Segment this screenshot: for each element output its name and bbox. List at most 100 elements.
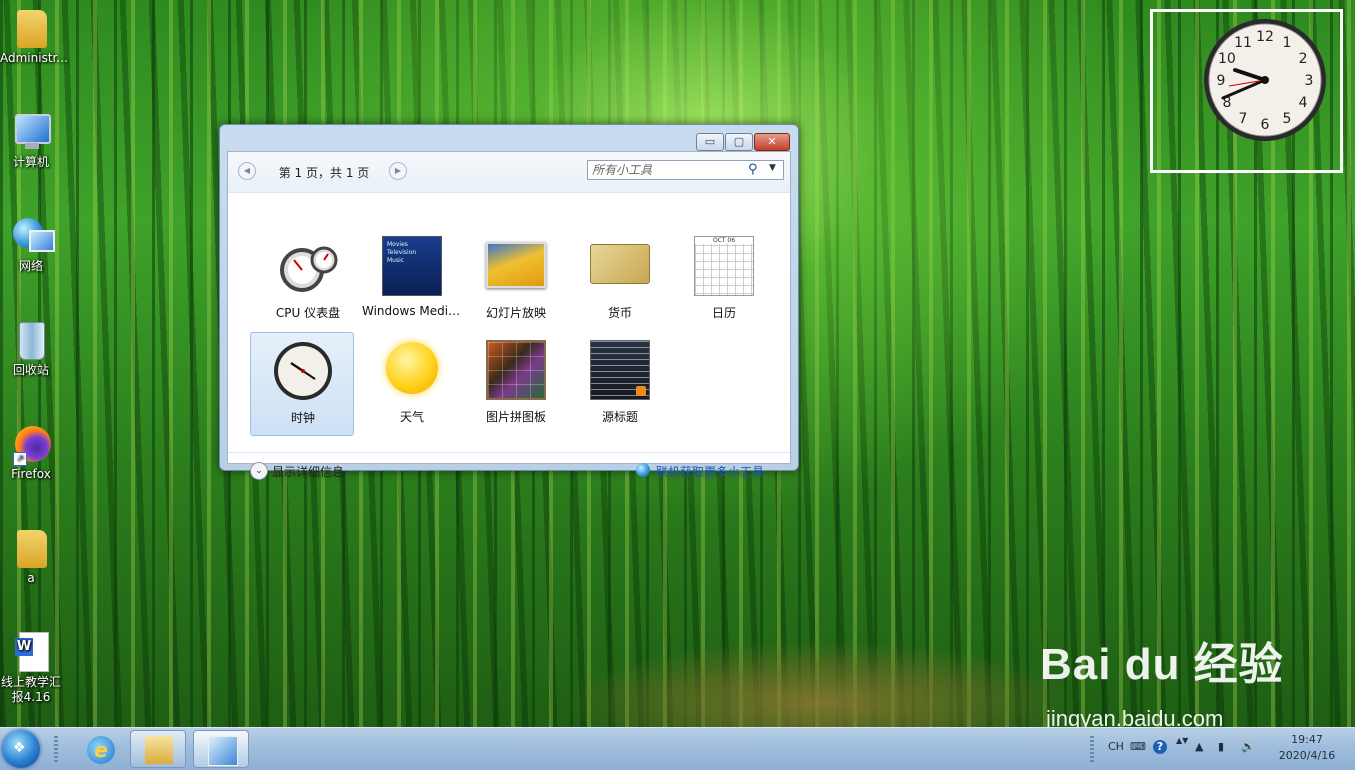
clock-numeral: 5 (1283, 111, 1292, 127)
show-details-label[interactable]: 显示详细信息 (272, 463, 344, 480)
gadget-calendar[interactable]: OCT 06 日历 (674, 230, 774, 330)
desktop-icon-word-report[interactable]: W 线上教学汇报4.16 (0, 632, 62, 705)
taskbar-time: 19:47 (1291, 733, 1323, 746)
clock-numeral: 3 (1305, 73, 1314, 89)
desktop-icon-computer[interactable]: 计算机 (0, 112, 62, 170)
gadget-label: 货币 (607, 306, 632, 320)
gadget-currency[interactable]: 货币 (570, 230, 670, 330)
desktop-icon-network[interactable]: 网络 (0, 216, 62, 274)
keyboard-icon[interactable]: ⌨ (1130, 740, 1146, 753)
ime-arrows-icon[interactable]: ▲▼ (1176, 736, 1188, 745)
minimize-button[interactable]: ▭ (696, 133, 724, 151)
calendar-month: OCT 06 (695, 237, 753, 244)
clock-numeral: 1 (1283, 35, 1292, 51)
gadget-label: 图片拼图板 (485, 410, 546, 424)
gadget-gallery-window[interactable]: ▭ ▢ ✕ ◀ 第 1 页，共 1 页 ▶ ⚲ ▼ CPU 仪表盘 (219, 124, 799, 480)
show-hidden-icons-button[interactable]: ▲ (1195, 740, 1203, 753)
slideshow-icon (486, 242, 546, 288)
gallery-toolbar: ◀ 第 1 页，共 1 页 ▶ ⚲ ▼ (228, 152, 790, 193)
clock-numeral: 4 (1299, 95, 1308, 111)
gadget-clock[interactable]: 时钟 (250, 332, 354, 436)
network-icon (11, 216, 55, 256)
folder-icon (11, 528, 51, 568)
clock-numeral: 11 (1234, 35, 1252, 51)
globe-icon (636, 463, 650, 477)
system-tray: CH ⌨ ? ▲▼ ▲ ▮ 🔊 (1098, 728, 1258, 770)
get-more-gadgets-label[interactable]: 联机获取更多小工具 (656, 463, 764, 480)
taskbar-file-explorer[interactable] (130, 730, 186, 768)
maximize-button[interactable]: ▢ (725, 133, 753, 151)
gadget-cpu-meter[interactable]: CPU 仪表盘 (258, 230, 358, 330)
desktop-icon-recycle-bin[interactable]: 回收站 (0, 320, 62, 378)
taskbar-clock[interactable]: 19:47 2020/4/16 (1262, 732, 1352, 764)
recycle-bin-icon (11, 320, 51, 360)
desktop-icon-firefox[interactable]: ↗ Firefox (0, 424, 62, 482)
gadgets-icon (208, 736, 238, 766)
media-center-line: Television (387, 249, 417, 256)
gadget-weather[interactable]: 天气 (362, 334, 462, 434)
watermark-logo: Bai du 经验 (1040, 640, 1284, 689)
user-folder-icon (11, 8, 51, 48)
firefox-icon: ↗ (11, 424, 51, 466)
rss-icon (636, 386, 646, 396)
search-input[interactable] (592, 163, 742, 177)
search-icon[interactable]: ⚲ (748, 162, 758, 177)
taskbar-internet-explorer[interactable]: e (72, 730, 128, 768)
help-icon[interactable]: ? (1153, 740, 1167, 754)
desktop-icon-administrator[interactable]: Administr... (0, 8, 68, 66)
gadget-picture-puzzle[interactable]: 图片拼图板 (466, 334, 566, 434)
taskbar: ❖ e CH ⌨ ? ▲▼ ▲ ▮ 🔊 19:47 2020/4/16 (0, 727, 1355, 770)
clock-numeral: 6 (1261, 117, 1270, 133)
desktop-icon-label: a (27, 571, 35, 585)
media-center-line: Music (387, 257, 405, 264)
calendar-icon: OCT 06 (694, 236, 754, 296)
search-box[interactable]: ⚲ ▼ (587, 160, 784, 180)
volume-icon[interactable]: 🔊 (1241, 740, 1255, 753)
clock-numeral: 12 (1256, 29, 1274, 45)
language-indicator[interactable]: CH (1108, 740, 1124, 753)
computer-icon (11, 112, 51, 152)
clock-gadget[interactable]: 12 1 2 3 4 5 6 7 8 9 10 11 (1150, 9, 1343, 173)
start-button[interactable]: ❖ (2, 730, 40, 768)
desktop-icon-folder-a[interactable]: a (0, 528, 62, 586)
taskbar-gadgets[interactable] (193, 730, 249, 768)
gadget-label: 幻灯片放映 (485, 306, 546, 320)
gadget-label: Windows Media Center (362, 304, 462, 318)
gadget-label: 时钟 (290, 411, 315, 425)
desktop-icon-label: 网络 (18, 259, 43, 273)
gadget-label: 天气 (399, 410, 424, 424)
footer-divider (228, 452, 790, 453)
next-page-button[interactable]: ▶ (389, 162, 407, 180)
clock-icon (274, 342, 332, 400)
desktop-icon-label: Administr... (0, 51, 68, 65)
taskbar-date: 2020/4/16 (1278, 749, 1336, 762)
close-button[interactable]: ✕ (754, 133, 790, 151)
desktop-icon-label: 计算机 (12, 155, 49, 169)
gadget-feed-headlines[interactable]: 源标题 (570, 334, 670, 434)
tray-grip[interactable] (1090, 736, 1094, 762)
internet-explorer-icon: e (87, 736, 115, 764)
clock-numeral: 10 (1218, 51, 1236, 67)
gadget-label: CPU 仪表盘 (275, 306, 341, 320)
wallpaper-path (560, 640, 1080, 730)
chevron-down-icon[interactable]: ▼ (769, 163, 776, 173)
windows-start-icon: ❖ (13, 740, 26, 756)
network-icon[interactable]: ▮ (1218, 740, 1224, 753)
previous-page-button[interactable]: ◀ (238, 162, 256, 180)
desktop-icon-label: 回收站 (12, 363, 49, 377)
word-document-icon: W (11, 632, 51, 672)
page-indicator: 第 1 页，共 1 页 (278, 166, 370, 180)
taskbar-grip[interactable] (54, 736, 58, 762)
picture-puzzle-icon (486, 340, 546, 400)
gadget-windows-media-center[interactable]: Movies Television Music Windows Media Ce… (362, 230, 462, 330)
clock-numeral: 9 (1217, 73, 1226, 89)
media-center-line: Movies (387, 241, 408, 248)
baidu-jingyan-watermark: Bai du 经验 jingyan.baidu.com (1040, 628, 1300, 738)
gadget-label: 源标题 (601, 410, 638, 424)
gadget-slideshow[interactable]: 幻灯片放映 (466, 230, 566, 330)
gadget-gallery-content: ◀ 第 1 页，共 1 页 ▶ ⚲ ▼ CPU 仪表盘 Movies (227, 151, 791, 480)
desktop-icon-label: Firefox (11, 467, 51, 481)
chevron-down-icon[interactable]: ⌄ (250, 462, 268, 480)
gadget-label: 日历 (711, 306, 736, 320)
feed-headlines-icon (590, 340, 650, 400)
